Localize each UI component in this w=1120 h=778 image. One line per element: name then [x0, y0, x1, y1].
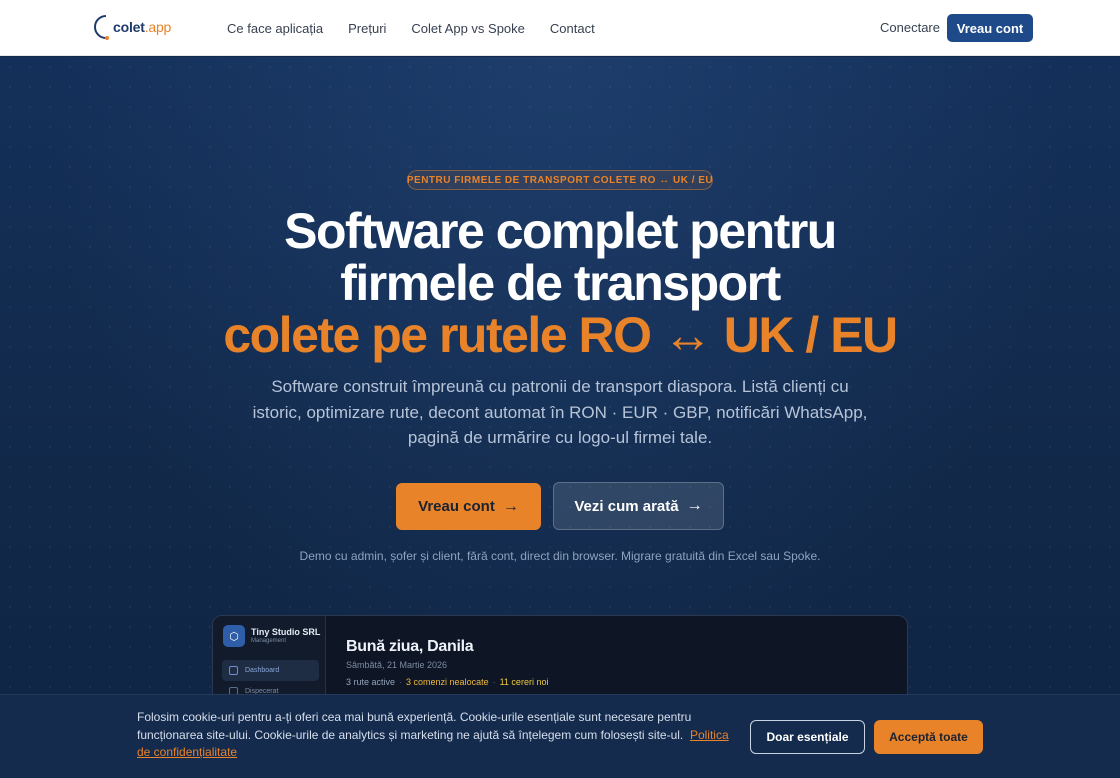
cookie-essential-button[interactable]: Doar esențiale	[750, 720, 865, 754]
hero-signup-button[interactable]: Vreau cont →	[396, 483, 541, 530]
preview-stat-requests: 11 cereri noi	[499, 677, 549, 687]
hero-lead-paragraph: Software construit împreună cu patronii …	[252, 377, 868, 447]
preview-nav-dashboard: Dashboard	[229, 666, 279, 675]
logo-c-icon	[89, 12, 111, 42]
preview-company-role: Management	[251, 638, 287, 644]
nav-link-contact[interactable]: Contact	[550, 21, 595, 36]
hero-demo-label: Vezi cum arată	[574, 497, 679, 515]
nav-link-comparison[interactable]: Colet App vs Spoke	[411, 21, 524, 36]
hero-demo-button[interactable]: Vezi cum arată →	[553, 482, 724, 530]
nav-links: Ce face aplicația Prețuri Colet App vs S…	[227, 0, 620, 56]
arrow-right-icon: →	[686, 497, 703, 514]
hero-demo-note: Demo cu admin, șofer și client, fără con…	[299, 549, 821, 563]
cookie-accept-button[interactable]: Acceptă toate	[874, 720, 983, 754]
cube-icon: ⬡	[223, 625, 245, 647]
preview-stat-routes: 3 rute active	[346, 677, 396, 687]
preview-date: Sâmbătă, 21 Martie 2026	[346, 660, 448, 670]
arrow-right-icon: →	[502, 497, 519, 515]
preview-stats: 3 rute active · 3 comenzi nealocate · 11 cer…	[346, 677, 549, 687]
preview-stat-orders: 3 comenzi nealocate	[406, 677, 489, 687]
logo-text: colet.app	[113, 19, 172, 35]
nav-link-features[interactable]: Ce face aplicația	[227, 21, 323, 36]
preview-company-name: Tiny Studio SRL	[251, 627, 321, 637]
login-link[interactable]: Conectare	[880, 20, 940, 35]
cookie-banner: Folosim cookie-uri pentru a-ți oferi cea…	[0, 694, 1120, 778]
nav-link-pricing[interactable]: Prețuri	[348, 21, 386, 36]
hero-title-line-1: Software complet pentru	[284, 203, 837, 259]
hero-eyebrow-badge: PENTRU FIRMELE DE TRANSPORT COLETE RO ↔ …	[407, 170, 713, 190]
hero-section: PENTRU FIRMELE DE TRANSPORT COLETE RO ↔ …	[0, 57, 1120, 778]
preview-greeting: Bună ziua, Danila	[346, 638, 474, 655]
grid-icon	[229, 666, 238, 675]
nav-signup-button[interactable]: Vreau cont	[947, 14, 1033, 42]
top-navbar: colet.app Ce face aplicația Prețuri Cole…	[0, 0, 1120, 56]
logo[interactable]: colet.app	[89, 12, 171, 42]
hero-title-line-3: colete pe rutele RO ↔ UK / EU	[223, 307, 898, 363]
cookie-text: Folosim cookie-uri pentru a-ți oferi cea…	[137, 710, 729, 759]
hero-signup-label: Vreau cont	[418, 498, 495, 515]
hero-title-line-2: firmele de transport	[340, 255, 781, 311]
